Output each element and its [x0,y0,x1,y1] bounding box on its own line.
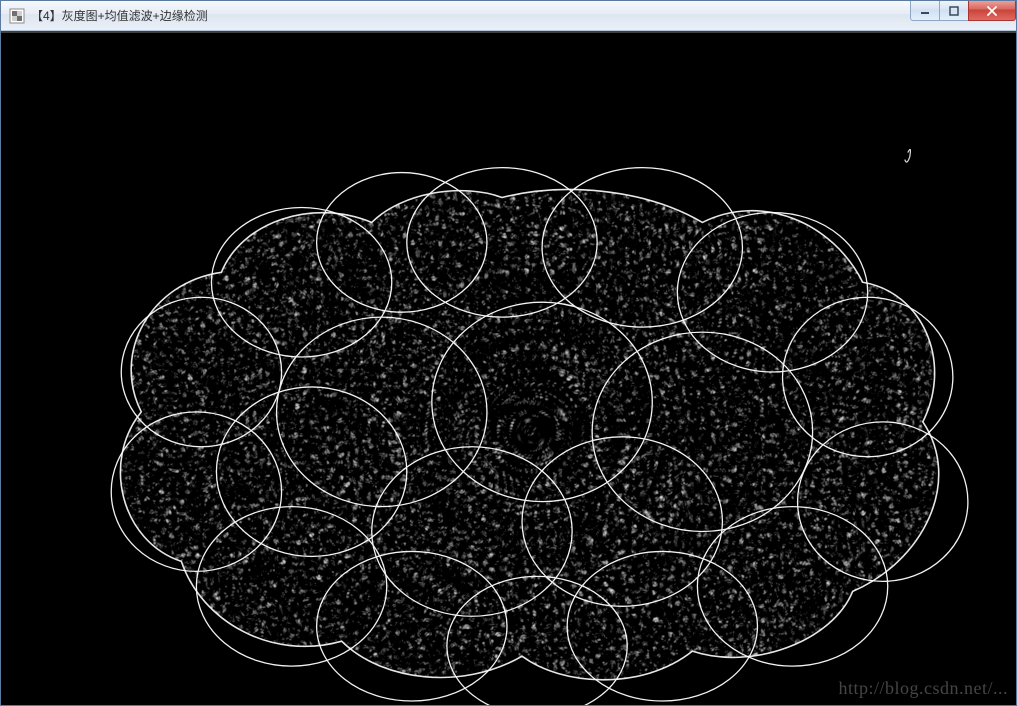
maximize-button[interactable] [939,1,969,21]
close-icon [986,6,998,16]
edge-detected-image [1,33,1016,705]
close-button[interactable] [968,1,1016,21]
app-window: 【4】灰度图+均值滤波+边缘检测 [0,0,1017,706]
window-controls [911,1,1016,21]
maximize-icon [949,6,959,16]
window-title: 【4】灰度图+均值滤波+边缘检测 [31,7,208,24]
titlebar[interactable]: 【4】灰度图+均值滤波+边缘检测 [1,1,1016,31]
minimize-button[interactable] [910,1,940,21]
opencv-app-icon [9,8,25,24]
image-viewport: http://blog.csdn.net/... [1,31,1016,705]
minimize-icon [920,6,930,16]
